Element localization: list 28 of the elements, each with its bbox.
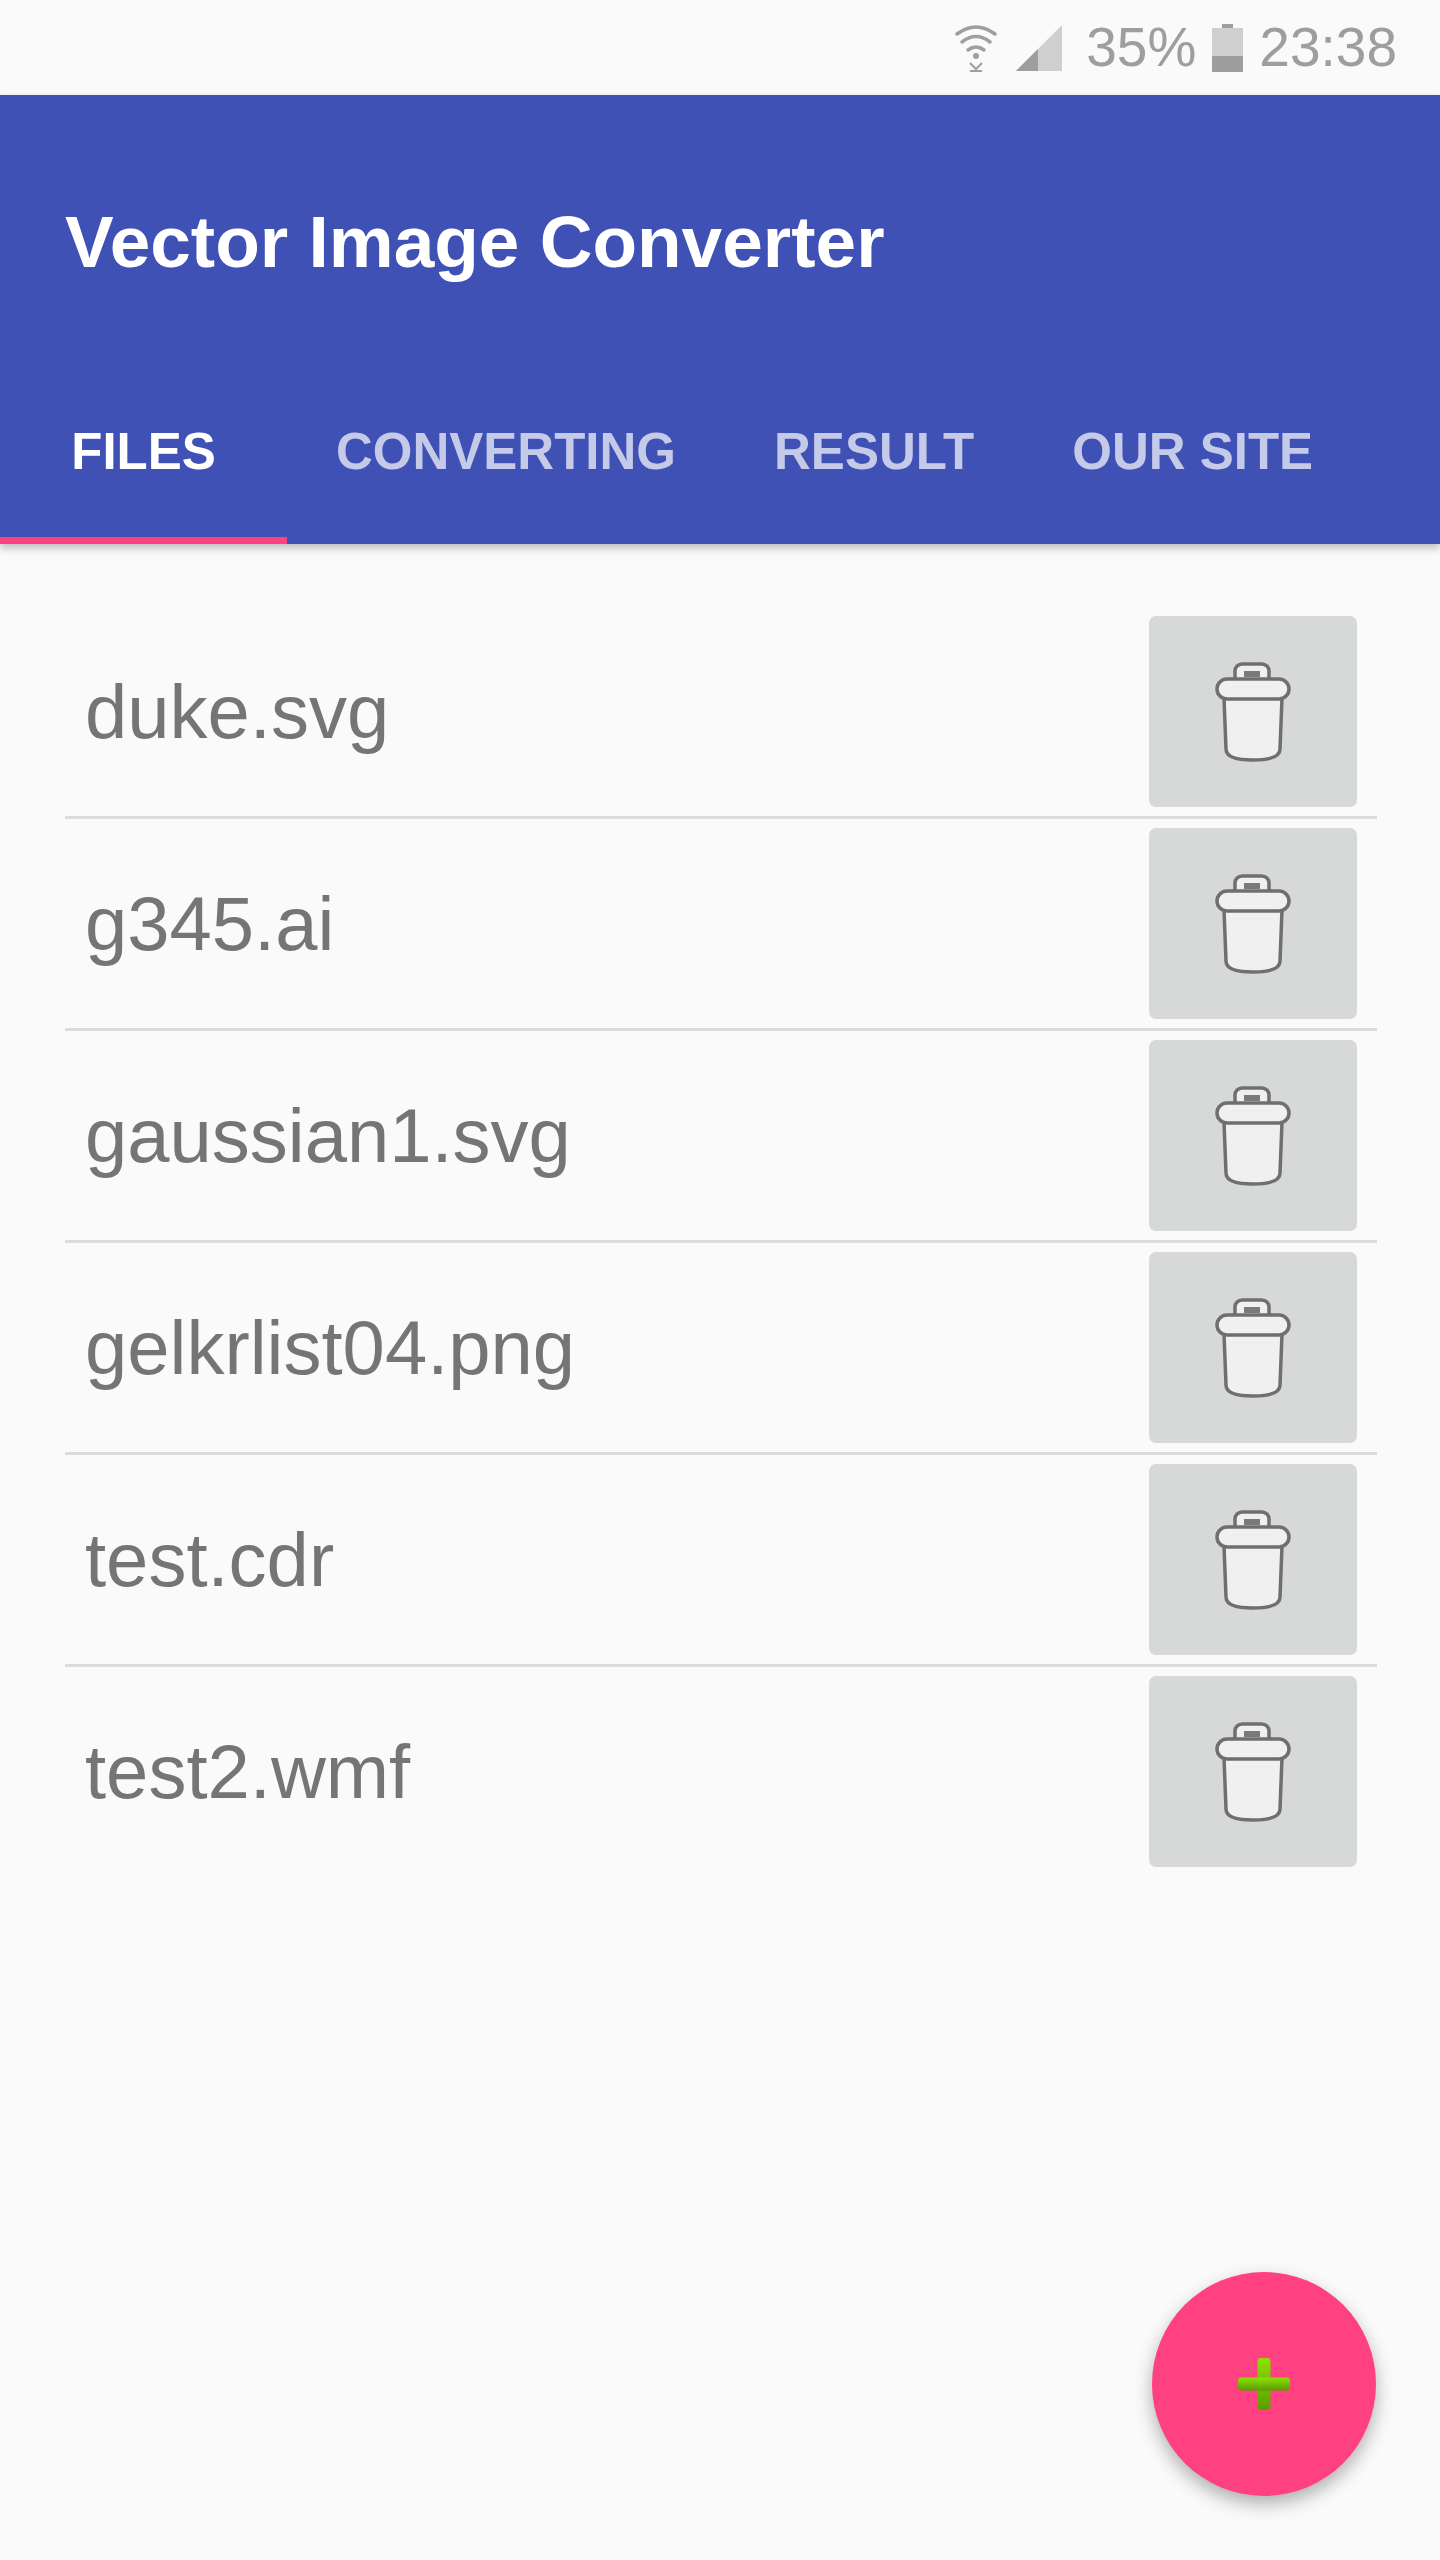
delete-button[interactable] — [1149, 828, 1357, 1019]
clock-time: 23:38 — [1259, 20, 1397, 75]
battery-percent: 35% — [1086, 20, 1197, 75]
file-name: test2.wmf — [85, 1727, 411, 1816]
plus-icon — [1238, 2358, 1290, 2410]
battery-icon — [1212, 23, 1244, 72]
file-name: gelkrlist04.png — [85, 1303, 576, 1392]
trash-icon — [1215, 1509, 1291, 1610]
trash-icon — [1215, 1297, 1291, 1398]
delete-button[interactable] — [1149, 1252, 1357, 1443]
tab[interactable]: OUR SITE — [1023, 389, 1363, 544]
trash-icon — [1215, 1085, 1291, 1186]
trash-icon — [1215, 873, 1291, 974]
delete-button[interactable] — [1149, 1464, 1357, 1655]
tab[interactable]: CONVERTING — [287, 389, 726, 544]
delete-button[interactable] — [1149, 1040, 1357, 1231]
file-name: g345.ai — [85, 879, 335, 968]
wifi-icon — [954, 22, 999, 73]
file-name: duke.svg — [85, 667, 390, 756]
tab[interactable]: RESULT — [725, 389, 1024, 544]
file-name: test.cdr — [85, 1515, 335, 1604]
file-name: gaussian1.svg — [85, 1091, 571, 1180]
delete-button[interactable] — [1149, 1676, 1357, 1867]
trash-icon — [1215, 1721, 1291, 1822]
app-title: Vector Image Converter — [65, 200, 885, 285]
trash-icon — [1215, 661, 1291, 762]
delete-button[interactable] — [1149, 616, 1357, 807]
tab[interactable]: FILES — [0, 389, 287, 544]
